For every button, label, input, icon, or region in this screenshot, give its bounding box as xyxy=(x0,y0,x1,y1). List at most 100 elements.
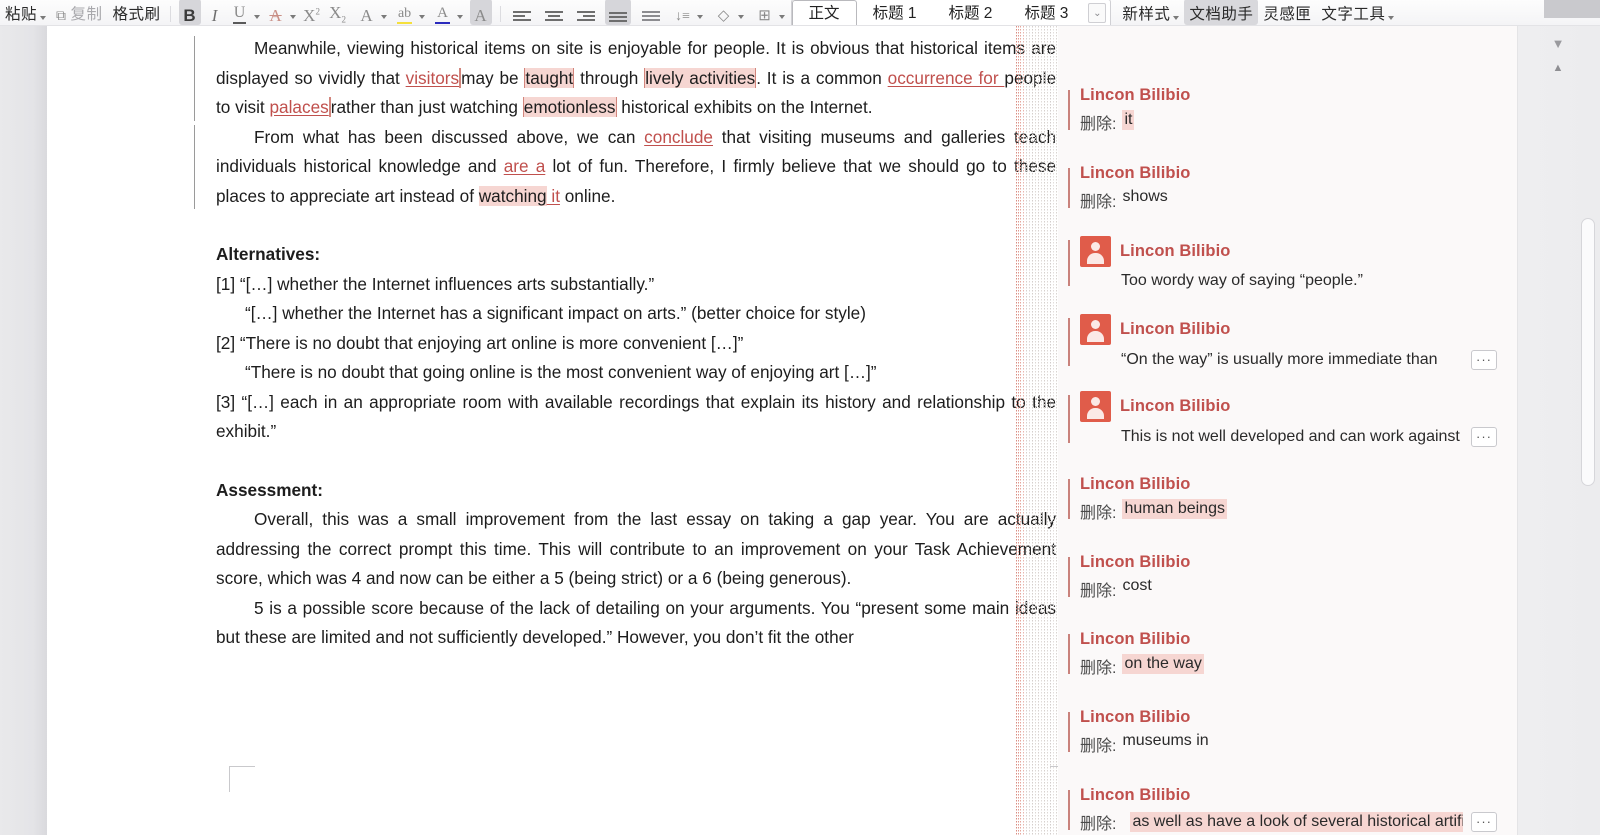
inspiration-box-button[interactable]: 灵感匣 xyxy=(1258,0,1316,25)
comment-text: “On the way” is usually more immediate t… xyxy=(1121,351,1438,368)
avatar xyxy=(1080,391,1111,422)
run-insert: occurrence for xyxy=(887,67,1005,88)
style-heading-1[interactable]: 标题 1 xyxy=(857,0,933,25)
text-tools-label: 文字工具 xyxy=(1321,6,1386,23)
superscript-button[interactable]: X2 xyxy=(301,0,323,25)
underline-button[interactable]: U xyxy=(229,0,251,25)
font-color-chevron-down-icon[interactable] xyxy=(456,15,463,19)
copy-button[interactable]: ⧉ 复制 xyxy=(51,0,108,25)
alternative-3[interactable]: [3] “[…] each in an appropriate room wit… xyxy=(216,388,1056,447)
tools-group: 新样式 文档助手 灵感匣 文字工具 xyxy=(1117,0,1399,25)
heading-alternatives: Alternatives: xyxy=(216,244,321,264)
comment-item[interactable]: Lincon Bilibio 删除: human beings xyxy=(1068,475,1507,523)
assessment-paragraph-2[interactable]: 5 is a possible score because of the lac… xyxy=(216,594,1056,653)
scroll-up-button[interactable]: ▲ xyxy=(1546,62,1570,74)
distribute-icon xyxy=(641,11,660,24)
text-tools-chevron-down-icon[interactable] xyxy=(1388,16,1395,20)
paste-button[interactable]: 粘贴 xyxy=(0,0,51,25)
subscript-button[interactable]: X2 xyxy=(327,0,349,25)
style-heading-3[interactable]: 标题 3 xyxy=(1008,0,1084,25)
subscript-icon: X2 xyxy=(329,2,346,24)
run-delete: lively activities xyxy=(644,67,757,88)
run-text: online. xyxy=(559,185,616,206)
comment-overflow-button[interactable]: ··· xyxy=(1471,427,1497,447)
alternative-2[interactable]: [2] “There is no doubt that enjoying art… xyxy=(216,329,1056,359)
comment-item[interactable]: Lincon Bilibio Too wordy way of saying “… xyxy=(1068,236,1507,290)
line-spacing-chevron-down-icon[interactable] xyxy=(696,15,703,19)
strikethrough-chevron-down-icon[interactable] xyxy=(289,15,296,19)
text-tools-button[interactable]: 文字工具 xyxy=(1316,0,1399,25)
borders-chevron-down-icon[interactable] xyxy=(778,15,785,19)
comment-item[interactable]: Lincon Bilibio 删除: cost xyxy=(1068,553,1507,601)
comment-item[interactable]: Lincon Bilibio 删除: shows xyxy=(1068,164,1507,212)
toolbar-divider xyxy=(169,6,171,22)
alternative-2b[interactable]: “There is no doubt that going online is … xyxy=(216,358,1056,388)
italic-button[interactable]: I xyxy=(204,0,226,25)
paragraph-from-what[interactable]: From what has been discussed above, we c… xyxy=(194,123,1056,212)
comment-item[interactable]: Lincon Bilibio 删除: as well as have a loo… xyxy=(1068,786,1507,834)
comment-overflow-button[interactable]: ··· xyxy=(1471,350,1497,370)
highlight-chevron-down-icon[interactable] xyxy=(418,15,425,19)
format-painter-button[interactable]: 格式刷 xyxy=(108,0,166,25)
bold-button[interactable]: B xyxy=(178,0,201,25)
comment-item[interactable]: Lincon Bilibio 删除: museums in xyxy=(1068,708,1507,756)
shading-button[interactable]: ◇ xyxy=(713,0,735,25)
comment-overflow-button[interactable]: ··· xyxy=(1471,812,1497,832)
align-left-button[interactable] xyxy=(511,0,533,25)
vertical-scrollbar-thumb[interactable] xyxy=(1581,218,1595,486)
alternative-1[interactable]: [1] “[…] whether the Internet influences… xyxy=(216,270,1056,300)
align-right-button[interactable] xyxy=(575,0,597,25)
align-center-button[interactable] xyxy=(543,0,565,25)
font-group: B I U A X2 X2 A ab A A xyxy=(178,0,492,25)
underline-chevron-down-icon[interactable] xyxy=(253,15,260,19)
comment-item[interactable]: Lincon Bilibio 删除: on the way xyxy=(1068,630,1507,678)
comment-text: on the way xyxy=(1122,654,1204,674)
style-body-text[interactable]: 正文 xyxy=(791,0,857,25)
run-text: From what has been discussed above, we c… xyxy=(254,126,645,147)
align-justify-button[interactable] xyxy=(604,0,631,25)
comment-item[interactable]: Lincon Bilibio 删除: it xyxy=(1068,86,1507,134)
comment-header: Lincon Bilibio xyxy=(1080,553,1497,572)
comment-item[interactable]: Lincon Bilibio “On the way” is usually m… xyxy=(1068,314,1507,370)
distribute-button[interactable] xyxy=(640,0,662,25)
chevron-down-icon[interactable] xyxy=(40,16,47,20)
comment-text: as well as have a look of several histor… xyxy=(1130,812,1463,832)
text-effects-chevron-down-icon[interactable] xyxy=(380,15,387,19)
font-color-button[interactable]: A xyxy=(432,0,454,25)
vertical-scrollbar-track[interactable] xyxy=(1581,78,1598,831)
style-heading-2[interactable]: 标题 2 xyxy=(933,0,1009,25)
comment-item[interactable]: Lincon Bilibio This is not well develope… xyxy=(1068,391,1507,447)
new-style-button[interactable]: 新样式 xyxy=(1117,0,1184,25)
comments-pane[interactable]: Lincon Bilibio 删除: it Lincon Bilibio 删除:… xyxy=(1058,26,1517,835)
borders-button[interactable]: ⊞ xyxy=(754,0,776,25)
run-insert: are a xyxy=(503,156,546,176)
shading-chevron-down-icon[interactable] xyxy=(737,15,744,19)
strikethrough-button[interactable]: A xyxy=(265,0,287,25)
comment-header: Lincon Bilibio xyxy=(1080,86,1497,105)
text-effects-button[interactable]: A xyxy=(356,0,378,25)
comment-header: Lincon Bilibio xyxy=(1080,391,1497,422)
document-text-area[interactable]: Meanwhile, viewing historical items on s… xyxy=(194,26,1056,653)
borders-icon: ⊞ xyxy=(758,8,771,24)
assessment-paragraph-1[interactable]: Overall, this was a small improvement fr… xyxy=(216,505,1056,594)
ribbon-toolbar: 粘贴 ⧉ 复制 格式刷 B I U A X2 X2 A ab A A ↓≡ ◇ … xyxy=(0,0,1600,26)
comment-text: cost xyxy=(1122,577,1152,594)
ruler-icon[interactable]: ▼ xyxy=(1546,36,1570,51)
line-spacing-button[interactable]: ↓≡ xyxy=(672,0,694,25)
alternative-1b[interactable]: “[…] whether the Internet has a signific… xyxy=(216,299,1056,329)
comment-delete-label: 删除: xyxy=(1080,116,1117,133)
comment-author: Lincon Bilibio xyxy=(1080,86,1191,104)
run-text: may be xyxy=(461,67,525,88)
style-heading-1-label: 标题 1 xyxy=(872,5,917,22)
run-text: historical exhibits on the Internet. xyxy=(616,97,873,117)
highlight-icon: ab xyxy=(397,6,412,21)
styles-expand-button[interactable]: ⌄ xyxy=(1088,3,1107,23)
new-style-chevron-down-icon[interactable] xyxy=(1173,16,1180,20)
clear-format-button[interactable]: A xyxy=(469,0,492,25)
comment-delete-label: 删除: xyxy=(1080,738,1117,755)
comment-header: Lincon Bilibio xyxy=(1080,314,1497,345)
highlight-color-button[interactable]: ab xyxy=(394,0,416,25)
doc-assistant-button[interactable]: 文档助手 xyxy=(1184,0,1259,25)
paragraph-meanwhile[interactable]: Meanwhile, viewing historical items on s… xyxy=(194,34,1056,123)
comment-body: 删除: on the way xyxy=(1080,654,1497,678)
